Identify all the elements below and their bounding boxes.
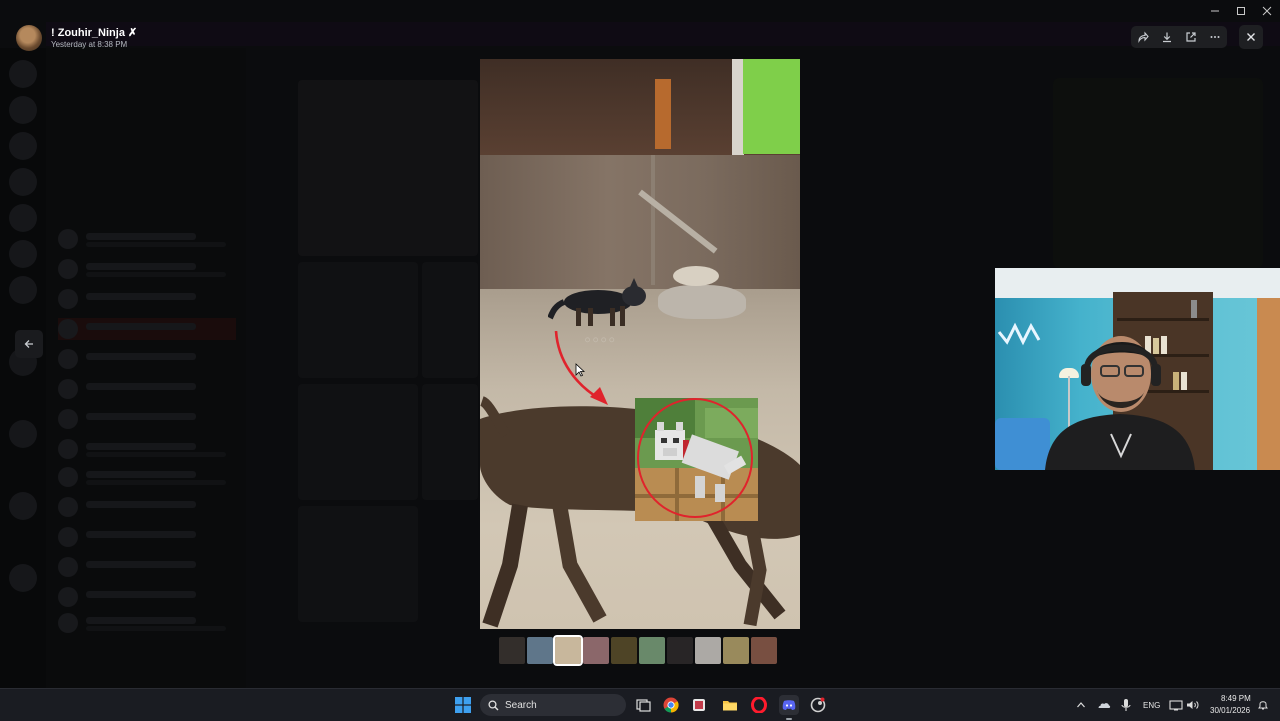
clock-time[interactable]: 8:49 PM [1221, 694, 1251, 703]
search-label: Search [505, 699, 537, 711]
dm-row [58, 378, 236, 400]
media-thumbnail[interactable] [499, 637, 525, 664]
onedrive-icon[interactable] [1096, 695, 1112, 715]
task-view-icon[interactable] [633, 695, 653, 715]
server-icon [9, 204, 37, 232]
dm-row [58, 526, 236, 548]
server-icon [9, 240, 37, 268]
steam-icon[interactable] [808, 695, 828, 715]
metal-post [651, 155, 655, 285]
media-thumbnail[interactable] [751, 637, 777, 664]
notification-bell-icon[interactable] [1256, 695, 1270, 715]
taskbar: Search ENG 8:49 PM 30/01/2026 [0, 688, 1280, 721]
dm-row [58, 408, 236, 430]
dm-row [58, 318, 236, 340]
dm-row [58, 496, 236, 518]
highlight-circle [637, 398, 753, 518]
chat-media-tile [298, 506, 418, 622]
wooden-fence [480, 155, 800, 289]
media-viewer-image[interactable]: ◦◦◦◦ [480, 59, 800, 629]
open-external-icon[interactable] [1179, 26, 1203, 48]
forward-icon[interactable] [1131, 26, 1155, 48]
arrow-left-icon[interactable] [15, 330, 43, 358]
server-icon [9, 492, 37, 520]
server-icon [9, 276, 37, 304]
green-wall [743, 59, 800, 154]
dm-row [58, 612, 236, 634]
dm-row [58, 556, 236, 578]
media-thumbnail[interactable] [695, 637, 721, 664]
streamer-figure [1045, 336, 1195, 470]
download-icon[interactable] [1155, 26, 1179, 48]
more-icon[interactable] [1203, 26, 1227, 48]
server-icon [9, 420, 37, 448]
dm-row [58, 438, 236, 460]
chat-media-tile [298, 262, 418, 378]
search-icon [488, 699, 499, 710]
window-close-icon[interactable] [1254, 0, 1280, 22]
message-timestamp: Yesterday at 8:38 PM [51, 40, 128, 49]
chat-media-tile [422, 384, 478, 500]
snipping-tool-icon[interactable] [689, 695, 709, 715]
sender-avatar[interactable] [16, 25, 42, 51]
thumbnail-strip [499, 635, 777, 666]
mouse-cursor-icon [575, 363, 585, 377]
close-icon[interactable] [1239, 25, 1263, 49]
taskbar-search[interactable]: Search [480, 694, 626, 716]
stone-rock-top [673, 266, 719, 286]
media-thumbnail[interactable] [553, 635, 583, 666]
chat-media-tile [422, 262, 478, 378]
wooden-door [1257, 298, 1280, 470]
media-thumbnail[interactable] [639, 637, 665, 664]
stone-rock [658, 285, 746, 319]
media-thumbnail[interactable] [583, 637, 609, 664]
dm-row [58, 348, 236, 370]
dm-row [58, 586, 236, 608]
dm-row [58, 258, 236, 280]
dm-row [58, 288, 236, 310]
window-controls [1202, 0, 1280, 22]
dm-row [58, 228, 236, 250]
server-icon [9, 60, 37, 88]
server-icon [9, 564, 37, 592]
volume-icon[interactable] [1185, 695, 1201, 715]
small-dog-figure [548, 278, 646, 326]
media-thumbnail[interactable] [527, 637, 553, 664]
language-indicator[interactable]: ENG [1143, 701, 1160, 710]
doorway [655, 79, 671, 149]
media-thumbnail[interactable] [611, 637, 637, 664]
server-icon [9, 132, 37, 160]
media-actions [1131, 26, 1227, 48]
clock-date[interactable]: 30/01/2026 [1210, 706, 1250, 715]
profile-panel [1053, 78, 1263, 268]
microphone-icon[interactable] [1118, 695, 1134, 715]
dm-row [58, 466, 236, 488]
media-thumbnail[interactable] [723, 637, 749, 664]
chevron-up-icon[interactable] [1074, 695, 1088, 715]
maximize-icon[interactable] [1228, 0, 1254, 22]
chat-media-tile [298, 80, 478, 256]
server-icon [9, 168, 37, 196]
server-rail [0, 48, 46, 688]
windows-start-icon[interactable] [453, 695, 473, 715]
discord-icon[interactable] [779, 695, 799, 715]
sender-name[interactable]: ! Zouhir_Ninja ✗ [51, 26, 137, 39]
notification-banner [46, 22, 1280, 46]
network-icon[interactable] [1168, 695, 1184, 715]
media-thumbnail[interactable] [667, 637, 693, 664]
minimize-icon[interactable] [1202, 0, 1228, 22]
file-explorer-icon[interactable] [720, 695, 740, 715]
opera-icon[interactable] [749, 695, 769, 715]
server-icon [9, 96, 37, 124]
video-watermark: ◦◦◦◦ [584, 329, 617, 351]
webcam-overlay [995, 268, 1280, 470]
chrome-icon[interactable] [661, 695, 681, 715]
chat-media-tile [298, 384, 418, 500]
minecraft-wolf-inset [635, 398, 758, 521]
